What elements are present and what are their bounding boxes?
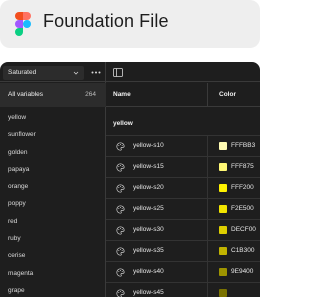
row-column-divider [207, 241, 208, 262]
sidebar-item-red[interactable]: red [0, 213, 106, 230]
variable-row[interactable]: yellow-s10 FFFBB3 [106, 135, 260, 157]
color-swatch[interactable] [219, 247, 227, 255]
group-list: yellow sunflower golden papaya orange po… [0, 109, 106, 297]
sidebar-item-grape[interactable]: grape [0, 282, 106, 297]
color-hex-value[interactable]: DECF00 [231, 226, 256, 233]
sidebar-item-sunflower[interactable]: sunflower [0, 126, 106, 143]
row-column-divider [207, 283, 208, 297]
color-variable-icon [116, 268, 125, 277]
file-title: Foundation File [43, 11, 169, 31]
column-divider[interactable] [207, 83, 208, 106]
variable-row[interactable]: yellow-s45 [106, 282, 260, 297]
color-hex-value[interactable]: FFF875 [231, 163, 254, 170]
variable-name: yellow-s10 [133, 142, 164, 149]
color-swatch[interactable] [219, 142, 227, 150]
variable-name: yellow-s40 [133, 268, 164, 275]
variable-row[interactable]: yellow-s40 9E9400 [106, 261, 260, 283]
color-swatch[interactable] [219, 268, 227, 276]
variables-panel: Saturated All variables 264 yellow sunfl… [0, 62, 260, 297]
sidebar-item-golden[interactable]: golden [0, 144, 106, 161]
row-column-divider [207, 199, 208, 220]
color-variable-icon [116, 247, 125, 256]
file-header: Foundation File [0, 0, 260, 48]
variable-name: yellow-s30 [133, 226, 164, 233]
color-swatch[interactable] [219, 289, 227, 297]
variable-row[interactable]: yellow-s30 DECF00 [106, 219, 260, 241]
variable-row[interactable]: yellow-s25 F2E500 [106, 198, 260, 220]
variable-name: yellow-s35 [133, 247, 164, 254]
color-swatch[interactable] [219, 163, 227, 171]
color-variable-icon [116, 184, 125, 193]
color-swatch[interactable] [219, 226, 227, 234]
color-hex-value[interactable]: FFFBB3 [231, 142, 255, 149]
color-variable-icon [116, 289, 125, 297]
variable-name: yellow-s45 [133, 289, 164, 296]
sidebar-item-yellow[interactable]: yellow [0, 109, 106, 126]
all-variables-item[interactable]: All variables 264 [0, 83, 106, 107]
all-variables-label: All variables [8, 91, 44, 98]
table-header: Name Color [106, 83, 260, 107]
row-column-divider [207, 220, 208, 241]
figma-logo-icon [15, 12, 31, 36]
sidebar-item-ruby[interactable]: ruby [0, 230, 106, 247]
color-variable-icon [116, 205, 125, 214]
sidebar-item-magenta[interactable]: magenta [0, 265, 106, 282]
variable-row[interactable]: yellow-s15 FFF875 [106, 156, 260, 178]
color-variable-icon [116, 226, 125, 235]
sidebar-item-poppy[interactable]: poppy [0, 195, 106, 212]
group-section-title: yellow [113, 120, 133, 127]
variable-row[interactable]: yellow-s35 C1B300 [106, 240, 260, 262]
variable-rows: yellow-s10 FFFBB3 yellow-s15 FFF875 yellow-s… [106, 135, 260, 297]
sidebar-toggle-icon[interactable] [113, 68, 123, 77]
variable-name: yellow-s20 [133, 184, 164, 191]
color-hex-value[interactable]: FFF200 [231, 184, 254, 191]
sidebar-item-orange[interactable]: orange [0, 178, 106, 195]
color-variable-icon [116, 163, 125, 172]
variable-name: yellow-s25 [133, 205, 164, 212]
sidebar-item-cerise[interactable]: cerise [0, 247, 106, 264]
color-hex-value[interactable]: C1B300 [231, 247, 255, 254]
column-header-name[interactable]: Name [113, 91, 131, 98]
row-column-divider [207, 178, 208, 199]
variable-name: yellow-s15 [133, 163, 164, 170]
color-swatch[interactable] [219, 205, 227, 213]
row-column-divider [207, 157, 208, 178]
color-variable-icon [116, 142, 125, 151]
row-column-divider [207, 136, 208, 157]
color-swatch[interactable] [219, 184, 227, 192]
variable-row[interactable]: yellow-s20 FFF200 [106, 177, 260, 199]
column-header-color[interactable]: Color [219, 91, 236, 98]
sidebar-item-papaya[interactable]: papaya [0, 161, 106, 178]
groups-sidebar: All variables 264 yellow sunflower golde… [0, 62, 106, 297]
all-variables-count: 264 [85, 91, 96, 98]
color-hex-value[interactable]: F2E500 [231, 205, 254, 212]
color-hex-value[interactable]: 9E9400 [231, 268, 253, 275]
row-column-divider [207, 262, 208, 283]
